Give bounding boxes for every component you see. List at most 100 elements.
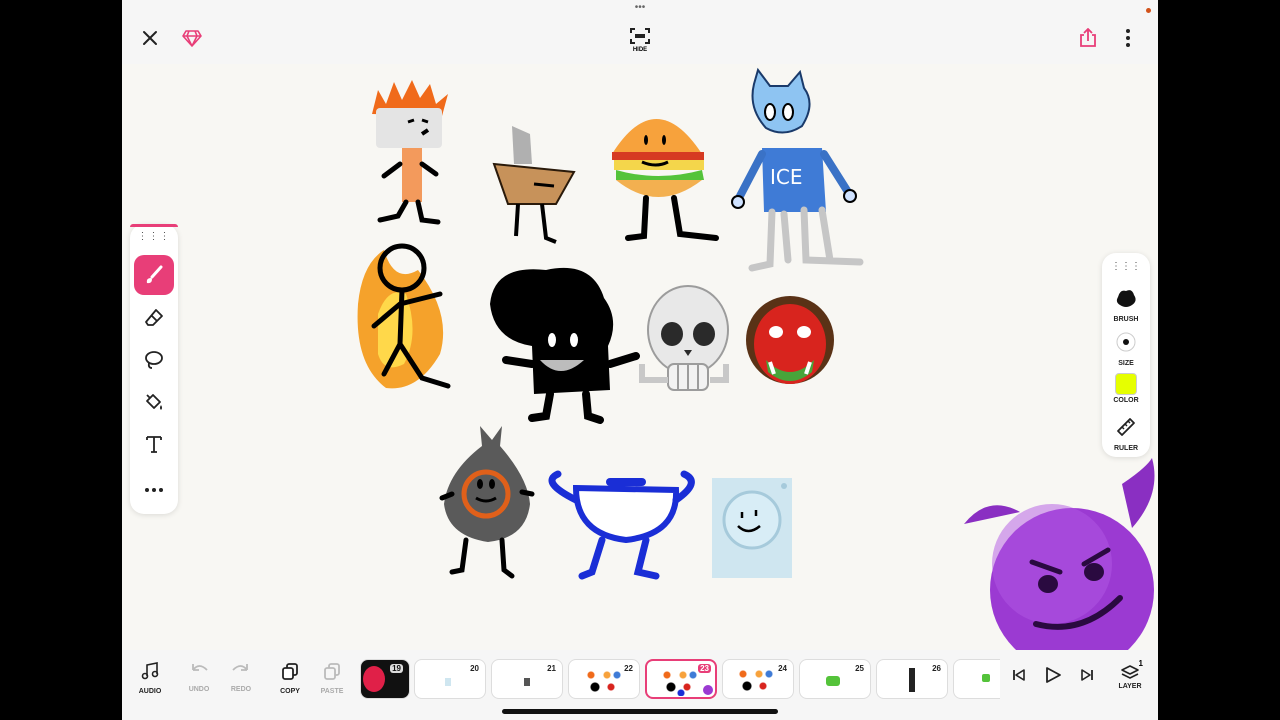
drawing-trash-bag-character [439, 426, 535, 579]
undo-icon [192, 664, 208, 671]
home-indicator[interactable] [502, 709, 778, 714]
ruler-toggle[interactable]: RULER [1102, 416, 1150, 452]
more-vertical-icon [1126, 29, 1130, 47]
layer-label: LAYER [1118, 683, 1142, 690]
status-dot [1146, 8, 1151, 13]
right-brush-panel: ⋮⋮⋮ BRUSH SIZE COLOR RULER [1102, 253, 1150, 457]
layers-icon [1121, 665, 1139, 679]
timeline-frame[interactable]: 20 [414, 659, 486, 699]
more-options-button[interactable] [1118, 26, 1138, 50]
first-frame-button[interactable] [1004, 668, 1034, 687]
redo-icon [232, 664, 248, 671]
close-button[interactable] [138, 26, 162, 50]
brush-label: BRUSH [1113, 316, 1139, 323]
ice-text: ICE [770, 165, 803, 189]
timeline-frame[interactable]: 21 [491, 659, 563, 699]
redo-button[interactable]: REDO [219, 662, 263, 693]
frame-number: 26 [932, 664, 941, 673]
layer-button[interactable]: 1 LAYER [1108, 659, 1152, 690]
drawing-canvas[interactable]: ICE [122, 64, 1158, 650]
size-selector[interactable]: SIZE [1102, 331, 1150, 367]
play-icon [1046, 667, 1061, 683]
frame-number: 21 [547, 664, 556, 673]
audio-button[interactable]: AUDIO [128, 662, 172, 695]
size-dot-icon [1116, 332, 1136, 352]
ruler-label: RULER [1113, 445, 1139, 452]
ogre-emoji [746, 296, 834, 384]
frame-thumbnail [735, 665, 775, 695]
frame-number: 24 [778, 664, 787, 673]
share-icon [1080, 28, 1096, 47]
brush-icon [146, 265, 163, 284]
frame-thumbnail [445, 678, 451, 686]
skip-end-icon [1081, 669, 1093, 681]
brush-shape-icon [1116, 290, 1136, 307]
drag-handle[interactable]: ••• [630, 3, 650, 13]
paste-icon [324, 663, 340, 680]
frame-corner-devil [703, 685, 713, 695]
drawing-ice-character: ICE [731, 67, 864, 272]
left-tool-panel: ⋮⋮⋮ [130, 224, 178, 514]
premium-button[interactable] [180, 26, 204, 50]
gem-icon [182, 30, 202, 47]
timeline-frame[interactable]: 19 [360, 659, 410, 699]
frame-thumbnail [982, 674, 990, 682]
text-tool-button[interactable] [134, 424, 174, 464]
share-button[interactable] [1076, 26, 1100, 50]
smiling-devil-emoji [964, 458, 1155, 650]
frame-number: 25 [855, 664, 864, 673]
skip-start-icon [1013, 669, 1025, 681]
app-screen: ••• HIDE ICE ⋮⋮⋮ ⋮⋮⋮ BRUSH SIZE COLOR RU… [122, 0, 1158, 720]
drawing-black-blob-character [490, 267, 640, 424]
frame-thumbnail [583, 666, 623, 696]
timeline-frame[interactable]: 26 [876, 659, 948, 699]
close-icon [143, 31, 157, 45]
timeline-frame[interactable]: 22 [568, 659, 640, 699]
audio-label: AUDIO [138, 688, 162, 695]
eraser-tool-button[interactable] [134, 298, 174, 338]
color-swatch [1115, 373, 1137, 395]
lasso-tool-button[interactable] [134, 340, 174, 380]
drawing-blue-bowl-character [548, 470, 695, 580]
skull-emoji [639, 285, 729, 391]
color-label: COLOR [1113, 397, 1139, 404]
frame-thumbnail [524, 678, 530, 686]
frame-number: 20 [470, 664, 479, 673]
timeline-frame[interactable]: 24 [722, 659, 794, 699]
frame-thumbnail [659, 666, 699, 696]
redo-label: REDO [230, 686, 252, 693]
paste-label: PASTE [320, 688, 344, 695]
brush-selector[interactable]: BRUSH [1102, 287, 1150, 323]
play-button[interactable] [1038, 666, 1068, 689]
more-horizontal-icon [145, 488, 163, 492]
drawing-washing-machine-character [712, 478, 792, 578]
paint-bucket-icon [146, 394, 162, 410]
drawing-fire-head-character [372, 80, 448, 225]
timeline-frame-current[interactable]: 23 [645, 659, 717, 699]
copy-label: COPY [280, 688, 300, 695]
timeline-frame-partial[interactable] [953, 659, 1000, 699]
layer-count: 1 [1138, 659, 1143, 668]
panel-grip[interactable]: ⋮⋮⋮ [130, 232, 178, 242]
fill-tool-button[interactable] [134, 382, 174, 422]
color-selector[interactable]: COLOR [1102, 373, 1150, 404]
more-tools-button[interactable] [134, 470, 174, 510]
undo-button[interactable]: UNDO [177, 662, 221, 693]
copy-button[interactable]: COPY [268, 662, 312, 695]
frame-number: 23 [698, 664, 711, 673]
panel-grip[interactable]: ⋮⋮⋮ [1102, 262, 1150, 272]
text-icon [146, 436, 162, 453]
frame-number: 19 [390, 664, 403, 673]
last-frame-button[interactable] [1072, 668, 1102, 687]
hide-ui-button[interactable]: HIDE [624, 24, 656, 56]
drawing-burger-character [612, 119, 719, 241]
drawing-fire-stick-character [357, 243, 451, 389]
frame-thumbnail [909, 668, 915, 692]
paste-button[interactable]: PASTE [310, 662, 354, 695]
timeline-frame[interactable]: 25 [799, 659, 871, 699]
copy-icon [282, 663, 298, 680]
frame-thumbnail [826, 676, 840, 686]
size-label: SIZE [1118, 360, 1134, 367]
drawing-brown-bowl-character [492, 126, 576, 244]
brush-tool-button[interactable] [134, 255, 174, 295]
